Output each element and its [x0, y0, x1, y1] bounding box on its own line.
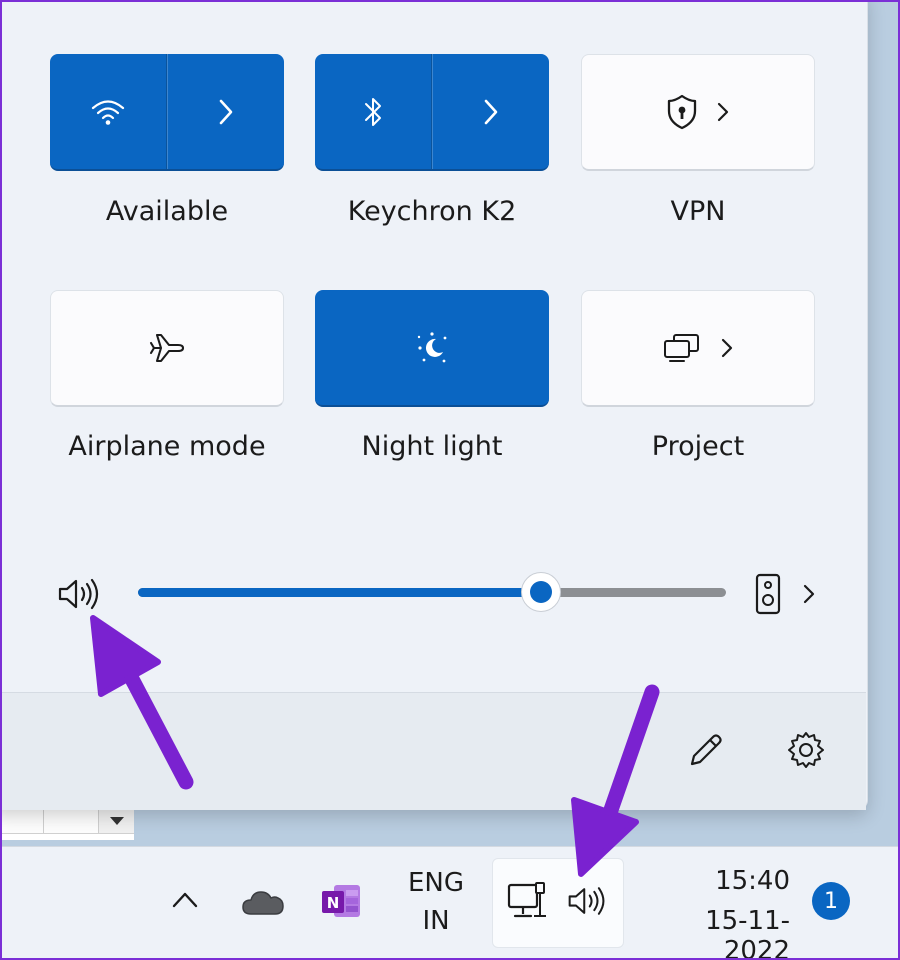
annotation-arrow-volume-icon: [90, 615, 194, 790]
annotation-arrow-tray-volume: [571, 684, 660, 877]
annotation-arrows: [90, 615, 660, 877]
